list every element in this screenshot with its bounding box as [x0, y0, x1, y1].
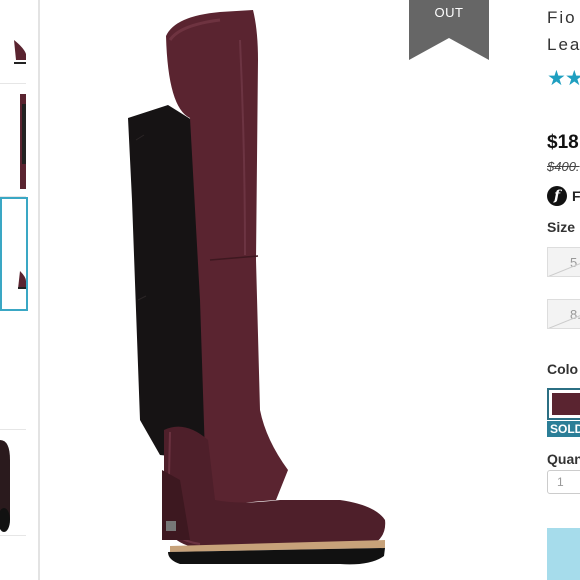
quantity-value: 1 — [557, 475, 564, 489]
boot-thumbnail-icon — [20, 94, 26, 189]
thumbnail-2[interactable] — [0, 84, 26, 197]
thumbnail-3-active[interactable] — [0, 197, 28, 311]
product-title-line1: Fio — [547, 8, 577, 27]
quantity-stepper[interactable]: 1 ▲▼ — [547, 470, 580, 494]
thumbnail-5[interactable] — [0, 430, 26, 536]
color-swatch-fill — [552, 393, 580, 415]
star-icon[interactable]: ★★ — [547, 66, 580, 91]
size-option-8-5[interactable]: 8.5 — [547, 299, 580, 329]
boot-thumbnail-icon — [18, 271, 26, 289]
boot-thumbnail-icon — [0, 440, 10, 532]
color-label: Colo — [547, 361, 579, 377]
sold-out-badge: SOLD — [547, 421, 580, 437]
size-option-5[interactable]: 5 — [547, 247, 580, 277]
add-to-cart-button[interactable] — [547, 528, 580, 580]
fulfilled-label: F — [572, 188, 580, 204]
boot-thumbnail-icon — [14, 40, 26, 64]
color-swatch-selected[interactable] — [547, 388, 580, 420]
thumbnail-4[interactable] — [0, 311, 26, 430]
fulfilled-icon: f — [547, 186, 567, 206]
original-price: $400. — [547, 159, 580, 174]
ribbon-label: OUT — [434, 5, 464, 20]
product-title-line2: Lea — [547, 35, 580, 54]
quantity-label: Quan — [547, 451, 580, 467]
size-label: Size — [547, 219, 576, 235]
product-info-panel: Fio Lea ★★ $18 $400. f F Size 5 8.5 Colo… — [530, 0, 580, 580]
sale-price: $18 — [547, 132, 579, 153]
product-main-image — [128, 10, 386, 565]
thumbnail-6[interactable] — [0, 536, 26, 580]
thumbnail-strip — [0, 0, 32, 580]
thumbnail-1[interactable] — [0, 0, 26, 84]
boot-thumbnail-icon — [0, 311, 26, 429]
